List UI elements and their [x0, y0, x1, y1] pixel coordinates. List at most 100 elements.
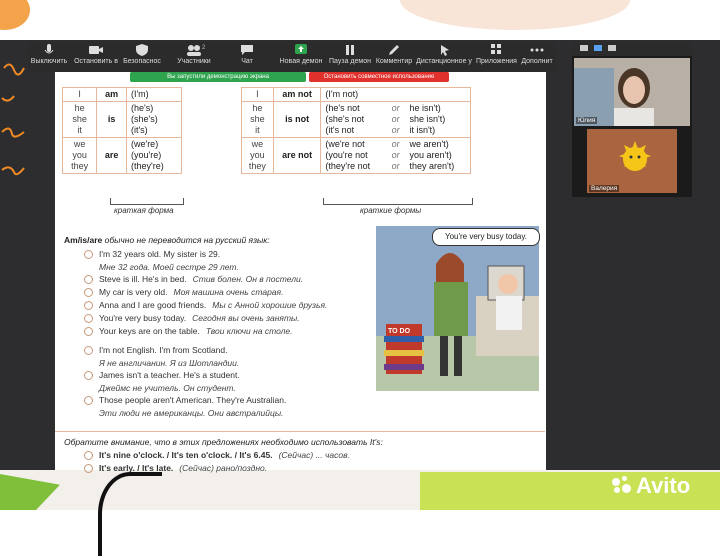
meeting-toolbar: Выключить Остановить в Безопаснос Участн…: [28, 42, 556, 72]
forms-cell: (we're) (you're) (they're): [125, 137, 183, 174]
participant-video-svg: [587, 129, 677, 193]
negative-table: I am not (I'm not) he she it is not (he'…: [241, 87, 472, 174]
todo-label: TO DO: [388, 328, 411, 335]
speech-bubble: You're very busy today.: [432, 228, 540, 246]
stop-video-button[interactable]: Остановить в: [74, 44, 118, 66]
translation: Я не англичанин. Я из Шотландии.: [99, 358, 240, 368]
checkbox-icon: [84, 288, 93, 298]
minimize-icon[interactable]: [580, 45, 588, 51]
participants-count: 2: [202, 45, 206, 51]
affirmative-table: I am (I'm) he she it is (he's) (she's) (…: [61, 87, 183, 174]
chat-icon: [239, 44, 255, 56]
list-item: Steve is ill. He's in bed. Стив болен. Он…: [84, 273, 374, 286]
table-row: we you they are (we're) (you're) (they'r…: [61, 137, 183, 174]
verb-cell: is: [96, 101, 127, 138]
checkbox-icon: [84, 371, 93, 381]
security-button[interactable]: Безопаснос: [122, 44, 162, 66]
section-divider: [55, 431, 545, 432]
stop-share-button[interactable]: Остановить совместное использование: [309, 72, 449, 82]
more-button[interactable]: Дополнит: [518, 44, 556, 66]
pronoun-cell: we you they: [241, 137, 274, 174]
short-forms-caption: краткие формы: [360, 206, 422, 215]
examples-list: I'm 32 years old. My sister is 29. Мне 3…: [84, 248, 374, 419]
checkbox-icon: [84, 464, 93, 474]
forms-cell: (he's not (she's not (it's not: [320, 101, 386, 138]
or-cell: or or or: [385, 101, 406, 138]
checkbox-icon: [84, 451, 93, 461]
avito-watermark: Avito: [612, 473, 716, 498]
office-illustration: TO DO: [376, 226, 539, 391]
table-row: we you they are not (we're not (you're n…: [241, 137, 472, 174]
gallery-view-icon[interactable]: [608, 45, 616, 51]
checkbox-icon: [84, 327, 93, 337]
apps-button[interactable]: Приложения: [476, 44, 517, 66]
its-examples-list: It's nine o'clock. / It's ten o'clock. /…: [84, 449, 484, 475]
list-item: You're very busy today. Сегодня вы очень …: [84, 312, 374, 325]
list-item: It's early. / It's late. (Сейчас) рано/по…: [84, 462, 484, 475]
share-screen-icon: [293, 44, 309, 56]
remote-control-button[interactable]: Дистанционное у: [416, 44, 472, 66]
or-cell: or or or: [385, 137, 406, 174]
verb-cell: am: [96, 87, 127, 102]
short-form-caption: краткая форма: [114, 206, 174, 215]
verb-cell: am not: [272, 87, 322, 102]
list-item: My car is very old. Моя машина очень стар…: [84, 286, 374, 299]
checkbox-icon: [84, 396, 93, 406]
checkbox-icon: [84, 301, 93, 311]
participant-video-tile[interactable]: Юлия: [574, 58, 690, 126]
chat-button[interactable]: Чат: [232, 44, 262, 66]
microphone-icon: [41, 44, 57, 56]
checkbox-icon: [84, 250, 93, 260]
checkbox-icon: [84, 346, 93, 356]
participant-name: Валерия: [589, 185, 620, 192]
forms-cell: we aren't) you aren't) they aren't): [405, 137, 472, 174]
table-row: he she it is not (he's not (she's not (i…: [241, 101, 472, 138]
participant-video-tile[interactable]: Валерия: [587, 129, 677, 193]
pronoun-cell: he she it: [61, 101, 98, 138]
screen-share-banner: Вы запустили демонстрацию экрана: [130, 72, 306, 82]
checkbox-icon: [84, 314, 93, 324]
handwritten-annotations: [0, 60, 28, 210]
annotate-icon: [386, 44, 402, 56]
pause-icon: [342, 44, 358, 56]
section2-heading: Обратите внимание, что в этих предложени…: [64, 437, 383, 447]
mute-button[interactable]: Выключить: [30, 44, 68, 66]
forms-cell: (I'm): [125, 87, 183, 102]
list-item: James isn't a teacher. He's a student.: [84, 369, 374, 382]
verb-cell: are not: [272, 137, 322, 174]
table-row: he she it is (he's) (she's) (it's): [61, 101, 183, 138]
translation: Джеймс не учитель. Он студент.: [99, 383, 236, 393]
participants-button[interactable]: Участники 2: [172, 44, 216, 66]
apps-icon: [488, 44, 504, 56]
list-item: Your keys are on the table. Твои ключи на…: [84, 325, 374, 338]
list-item: I'm not English. I'm from Scotland.: [84, 344, 374, 357]
list-item: It's nine o'clock. / It's ten o'clock. /…: [84, 449, 484, 462]
table-row: I am (I'm): [61, 87, 183, 102]
more-icon: [529, 44, 545, 56]
video-camera-icon: [88, 44, 104, 56]
list-item: I'm 32 years old. My sister is 29.: [84, 248, 374, 261]
black-arc-decoration: [98, 472, 162, 556]
table-row: I am not (I'm not): [241, 87, 471, 102]
list-item: Anna and I are good friends. Мы с Анной х…: [84, 299, 374, 312]
forms-cell: he isn't) she isn't) it isn't): [405, 101, 472, 138]
translation: Мне 32 года. Моей сестре 29 лет.: [99, 262, 239, 272]
office-scene-svg: [376, 226, 539, 391]
pronoun-cell: I: [241, 87, 274, 102]
verb-cell: is not: [272, 101, 322, 138]
new-share-button[interactable]: Новая демон: [278, 44, 324, 66]
video-panel-header[interactable]: [572, 42, 692, 56]
forms-cell: (I'm not): [320, 87, 471, 102]
remote-control-icon: [436, 44, 452, 56]
pause-share-button[interactable]: Пауза демон: [328, 44, 372, 66]
pronoun-cell: we you they: [61, 137, 98, 174]
avito-text: Avito: [636, 473, 691, 498]
pronoun-cell: he she it: [241, 101, 274, 138]
annotate-button[interactable]: Комментир: [374, 44, 414, 66]
participants-icon: [186, 44, 202, 56]
list-item: Those people aren't American. They're Au…: [84, 394, 374, 407]
pronoun-cell: I: [61, 87, 98, 102]
handwriting-svg: [1, 63, 25, 176]
forms-cell: (we're not (you're not (they're not: [320, 137, 386, 174]
speaker-view-icon[interactable]: [594, 45, 602, 51]
